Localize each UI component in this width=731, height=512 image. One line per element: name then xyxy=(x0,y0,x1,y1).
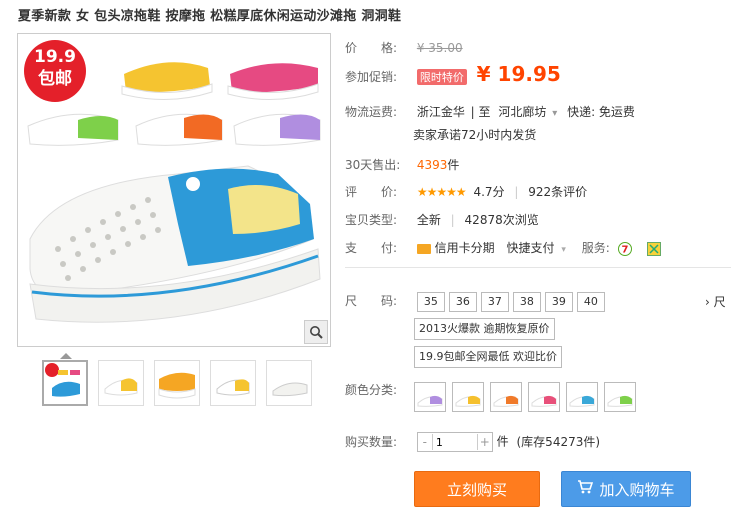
buy-now-button[interactable]: 立刻购买 xyxy=(414,471,540,507)
thumbnail-5[interactable] xyxy=(266,360,312,406)
size-row: 尺 码: 35 36 37 38 39 40 xyxy=(345,292,609,312)
original-price-row: 价 格: ¥ 35.00 xyxy=(345,39,463,56)
color-swatch-pink[interactable] xyxy=(528,382,560,412)
sales-count: 4393 xyxy=(416,158,448,172)
chevron-down-icon[interactable]: ▾ xyxy=(552,108,557,119)
size-options: 35 36 37 38 39 40 xyxy=(416,292,609,312)
quantity-stepper: - + xyxy=(416,432,493,452)
shipping-destination[interactable]: 河北廊坊 xyxy=(498,105,546,119)
condition: 全新 xyxy=(416,213,441,227)
shipping-row: 物流运费: 浙江金华 | 至 河北廊坊 ▾ 快递: 免运费 xyxy=(345,103,635,120)
promo-tag-1[interactable]: 2013火爆款 逾期恢复原价 xyxy=(414,318,555,340)
shipping-fee: 快递: 免运费 xyxy=(567,105,635,119)
credit-card-icon xyxy=(416,243,431,254)
quick-pay[interactable]: 快捷支付 xyxy=(507,241,555,255)
divider xyxy=(345,267,731,268)
size-label: 尺 码: xyxy=(345,294,398,308)
svg-text:7: 7 xyxy=(621,244,628,255)
color-row: 颜色分类: xyxy=(345,381,407,398)
quantity-input[interactable] xyxy=(431,434,478,450)
status-label: 宝贝类型: xyxy=(345,213,398,227)
sales-unit: 件 xyxy=(447,158,460,172)
shipping-to-sep: | 至 xyxy=(470,105,491,119)
rating-sep: | xyxy=(514,185,519,199)
quantity-minus-button[interactable]: - xyxy=(418,435,432,449)
size-option-40[interactable]: 40 xyxy=(576,292,605,312)
original-price: ¥ 35.00 xyxy=(416,41,463,55)
thumbnail-1[interactable] xyxy=(42,360,88,406)
stock-count: (库存54273件) xyxy=(516,434,601,449)
quantity-row: 购买数量: - + 件 (库存54273件) xyxy=(345,432,600,452)
quantity-plus-button[interactable]: + xyxy=(478,435,492,449)
thumbnail-pointer-icon xyxy=(60,353,72,359)
shipping-from: 浙江金华 xyxy=(416,105,465,119)
size-option-37[interactable]: 37 xyxy=(480,292,509,312)
size-option-38[interactable]: 38 xyxy=(512,292,541,312)
color-swatch-orange[interactable] xyxy=(490,382,522,412)
rating-stars-icon: ★★★★★ xyxy=(416,185,467,199)
guarantee-icon[interactable] xyxy=(647,241,662,256)
color-swatch-green[interactable] xyxy=(604,382,636,412)
rating-label: 评 价: xyxy=(345,185,398,199)
original-price-label: 价 格: xyxy=(345,41,398,55)
thumbnail-3[interactable] xyxy=(154,360,200,406)
thumbnail-4[interactable] xyxy=(210,360,256,406)
color-label: 颜色分类: xyxy=(345,383,398,397)
badge-text: 包邮 xyxy=(38,69,72,89)
color-swatch-purple[interactable] xyxy=(414,382,446,412)
sales-row: 30天售出: 4393件 xyxy=(345,156,459,173)
promo-label: 参加促销: xyxy=(345,70,398,84)
buy-now-label: 立刻购买 xyxy=(446,480,507,499)
payment-label: 支 付: xyxy=(345,241,398,255)
add-to-cart-button[interactable]: 加入购物车 xyxy=(561,471,691,507)
status-sep: | xyxy=(450,213,455,227)
color-swatch-blue[interactable] xyxy=(566,382,598,412)
zoom-icon[interactable] xyxy=(304,320,328,344)
quick-pay-dropdown-icon[interactable]: ▾ xyxy=(561,245,566,255)
promo-price-row: 参加促销: 限时特价 ¥ 19.95 xyxy=(345,62,561,86)
view-count: 42878次浏览 xyxy=(464,213,539,227)
shipping-promise: 卖家承诺72小时内发货 xyxy=(413,128,537,142)
size-option-36[interactable]: 36 xyxy=(448,292,477,312)
color-swatch-yellow[interactable] xyxy=(452,382,484,412)
shipping-label: 物流运费: xyxy=(345,105,398,119)
size-overflow[interactable]: › 尺 xyxy=(705,293,726,310)
review-count-link[interactable]: 922条评价 xyxy=(528,185,587,199)
add-to-cart-label: 加入购物车 xyxy=(599,480,675,499)
status-row: 宝贝类型: 全新 | 42878次浏览 xyxy=(345,211,539,228)
quantity-label: 购买数量: xyxy=(345,434,398,449)
color-swatches xyxy=(414,382,642,412)
payment-row: 支 付: 信用卡分期 快捷支付 ▾ 服务: 7 xyxy=(345,239,662,256)
sales-label: 30天售出: xyxy=(345,158,401,172)
rating-row: 评 价: ★★★★★ 4.7分 | 922条评价 xyxy=(345,183,587,200)
promo-badge: 限时特价 xyxy=(416,69,467,85)
size-option-35[interactable]: 35 xyxy=(416,292,445,312)
main-product-image[interactable]: 19.9 包邮 xyxy=(17,33,331,347)
thumbnail-2[interactable] xyxy=(98,360,144,406)
current-price: ¥ 19.95 xyxy=(476,62,561,86)
promo-tag-2[interactable]: 19.9包邮全网最低 欢迎比价 xyxy=(414,346,562,368)
product-title: 夏季新款 女 包头凉拖鞋 按摩拖 松糕厚底休闲运动沙滩拖 洞洞鞋 xyxy=(18,9,402,24)
badge-price: 19.9 xyxy=(34,47,76,67)
thumbnail-strip xyxy=(42,360,312,406)
seven-day-return-icon[interactable]: 7 xyxy=(617,241,632,256)
size-option-39[interactable]: 39 xyxy=(544,292,573,312)
quantity-unit: 件 xyxy=(496,434,509,449)
cart-icon xyxy=(577,480,594,498)
rating-score: 4.7分 xyxy=(473,185,505,199)
free-shipping-badge: 19.9 包邮 xyxy=(24,40,86,102)
service-label: 服务: xyxy=(581,241,610,255)
credit-installment[interactable]: 信用卡分期 xyxy=(435,241,495,255)
